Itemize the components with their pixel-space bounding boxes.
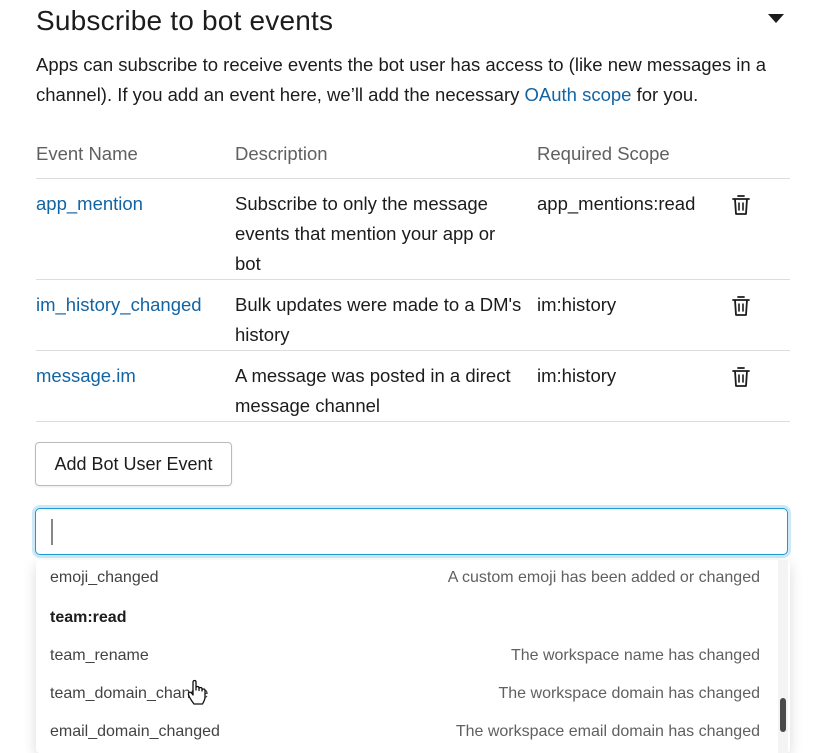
oauth-scope-link[interactable]: OAuth scope bbox=[525, 84, 632, 105]
scrollbar-thumb[interactable] bbox=[780, 698, 786, 732]
option-description: The workspace domain has changed bbox=[498, 685, 761, 702]
dropdown-option[interactable]: team_domain_change The workspace domain … bbox=[36, 676, 776, 714]
dropdown-option[interactable]: email_domain_changed The workspace email… bbox=[36, 714, 776, 752]
option-name: team_rename bbox=[50, 647, 149, 664]
delete-event-button[interactable] bbox=[731, 194, 761, 216]
header-required-scope: Required Scope bbox=[537, 143, 670, 164]
event-name-link[interactable]: im_history_changed bbox=[36, 290, 226, 320]
bot-events-panel: Subscribe to bot events Apps can subscri… bbox=[0, 0, 830, 753]
option-name: email_domain_changed bbox=[50, 723, 220, 740]
dropdown-group-label: team:read bbox=[50, 609, 127, 626]
table-row: app_mention Subscribe to only the messag… bbox=[36, 179, 790, 280]
event-suggestions-dropdown: emoji_changed A custom emoji has been ad… bbox=[36, 560, 790, 753]
table-row: im_history_changed Bulk updates were mad… bbox=[36, 280, 790, 351]
event-description: Subscribe to only the message events tha… bbox=[235, 193, 496, 274]
dropdown-scrollbar[interactable] bbox=[778, 560, 788, 753]
event-description: A message was posted in a direct message… bbox=[235, 365, 511, 416]
event-scope: im:history bbox=[537, 294, 617, 315]
section-header: Subscribe to bot events bbox=[36, 0, 790, 42]
option-description: The workspace email domain has changed bbox=[455, 723, 760, 740]
header-description: Description bbox=[235, 143, 328, 164]
delete-event-button[interactable] bbox=[731, 366, 761, 388]
text-cursor bbox=[51, 519, 53, 545]
trash-icon bbox=[732, 296, 750, 316]
section-title: Subscribe to bot events bbox=[36, 5, 334, 36]
section-description: Apps can subscribe to receive events the… bbox=[36, 50, 796, 110]
dropdown-option[interactable]: emoji_changed A custom emoji has been ad… bbox=[36, 560, 776, 598]
delete-event-button[interactable] bbox=[731, 295, 761, 317]
event-search-input[interactable] bbox=[35, 508, 788, 555]
trash-icon bbox=[732, 367, 750, 387]
events-table: Event Name Description Required Scope ap… bbox=[36, 134, 790, 422]
collapse-caret-icon[interactable] bbox=[768, 14, 784, 23]
description-text-end: for you. bbox=[631, 84, 699, 105]
event-scope: app_mentions:read bbox=[537, 193, 696, 214]
table-row: message.im A message was posted in a dir… bbox=[36, 351, 790, 422]
event-name-link[interactable]: message.im bbox=[36, 361, 226, 391]
option-description: The workspace name has changed bbox=[510, 647, 760, 664]
event-description: Bulk updates were made to a DM's history bbox=[235, 294, 522, 345]
event-name-link[interactable]: app_mention bbox=[36, 189, 226, 219]
add-bot-user-event-button[interactable]: Add Bot User Event bbox=[35, 442, 232, 486]
option-name: emoji_changed bbox=[50, 569, 159, 586]
dropdown-option[interactable]: team_rename The workspace name has chang… bbox=[36, 638, 776, 676]
event-scope: im:history bbox=[537, 365, 617, 386]
option-description: A custom emoji has been added or changed bbox=[447, 569, 760, 586]
option-name: team_domain_change bbox=[50, 685, 209, 702]
table-header-row: Event Name Description Required Scope bbox=[36, 134, 790, 179]
trash-icon bbox=[732, 195, 750, 215]
header-event-name: Event Name bbox=[36, 143, 138, 164]
